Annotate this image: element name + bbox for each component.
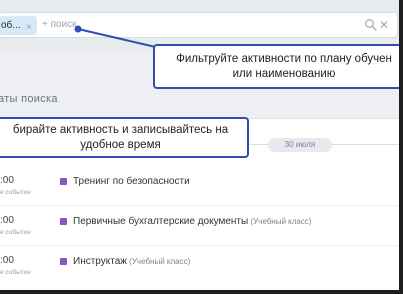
activity-tag: (Учебный класс) bbox=[248, 217, 312, 226]
row-subtitle: е событие bbox=[0, 269, 31, 276]
search-icon[interactable] bbox=[364, 18, 378, 32]
search-input[interactable]: об... × + поиск ✕ bbox=[0, 12, 398, 38]
activity-type-marker bbox=[60, 178, 67, 185]
activity-type-marker bbox=[60, 258, 67, 265]
add-search-button[interactable]: + поиск bbox=[42, 19, 77, 31]
tooltip-text-line: или наименованию bbox=[232, 68, 336, 80]
list-item[interactable]: :00 е событие Тренинг по безопасности bbox=[0, 175, 399, 215]
activity-title-text: Тренинг по безопасности bbox=[73, 176, 190, 187]
activity-title[interactable]: Тренинг по безопасности bbox=[73, 176, 190, 188]
activity-title-text: Первичные бухгалтерские документы bbox=[73, 216, 249, 227]
results-heading: аты поиска bbox=[0, 93, 58, 105]
date-separator: 30 июля bbox=[268, 138, 332, 152]
activity-title-text: Инструктаж bbox=[73, 256, 127, 267]
row-subtitle: е событие bbox=[0, 229, 31, 236]
chip-close-icon[interactable]: × bbox=[26, 22, 32, 34]
activity-type-marker bbox=[60, 218, 67, 225]
tooltip-text-line: бирайте активность и записывайтесь на bbox=[12, 124, 229, 136]
list-item[interactable]: :00 е событие Инструктаж (Учебный класс) bbox=[0, 255, 399, 290]
activity-title[interactable]: Первичные бухгалтерские документы (Учебн… bbox=[73, 216, 312, 228]
activity-title[interactable]: Инструктаж (Учебный класс) bbox=[73, 256, 190, 268]
booking-hint-tooltip: бирайте активность и записывайтесь на уд… bbox=[0, 117, 249, 158]
filter-chip[interactable]: об... × bbox=[0, 16, 37, 35]
app-window: об... × + поиск ✕ аты поиска :00 е событ… bbox=[0, 0, 403, 294]
filter-hint-tooltip: Фильтруйте активности по плану обучен ил… bbox=[153, 44, 399, 89]
filter-chip-label: об... bbox=[1, 20, 21, 31]
tooltip-text-line: Фильтруйте активности по плану обучен bbox=[176, 53, 392, 65]
row-time: :00 bbox=[0, 215, 14, 226]
row-time: :00 bbox=[0, 255, 14, 266]
clear-icon[interactable]: ✕ bbox=[379, 18, 389, 32]
tooltip-text-line: удобное время bbox=[80, 139, 161, 151]
activity-tag: (Учебный класс) bbox=[126, 257, 191, 266]
row-divider bbox=[0, 205, 399, 206]
row-subtitle: е событие bbox=[0, 189, 31, 196]
list-item[interactable]: :00 е событие Первичные бухгалтерские до… bbox=[0, 215, 399, 255]
row-time: :00 bbox=[0, 175, 14, 186]
row-divider bbox=[0, 245, 399, 246]
